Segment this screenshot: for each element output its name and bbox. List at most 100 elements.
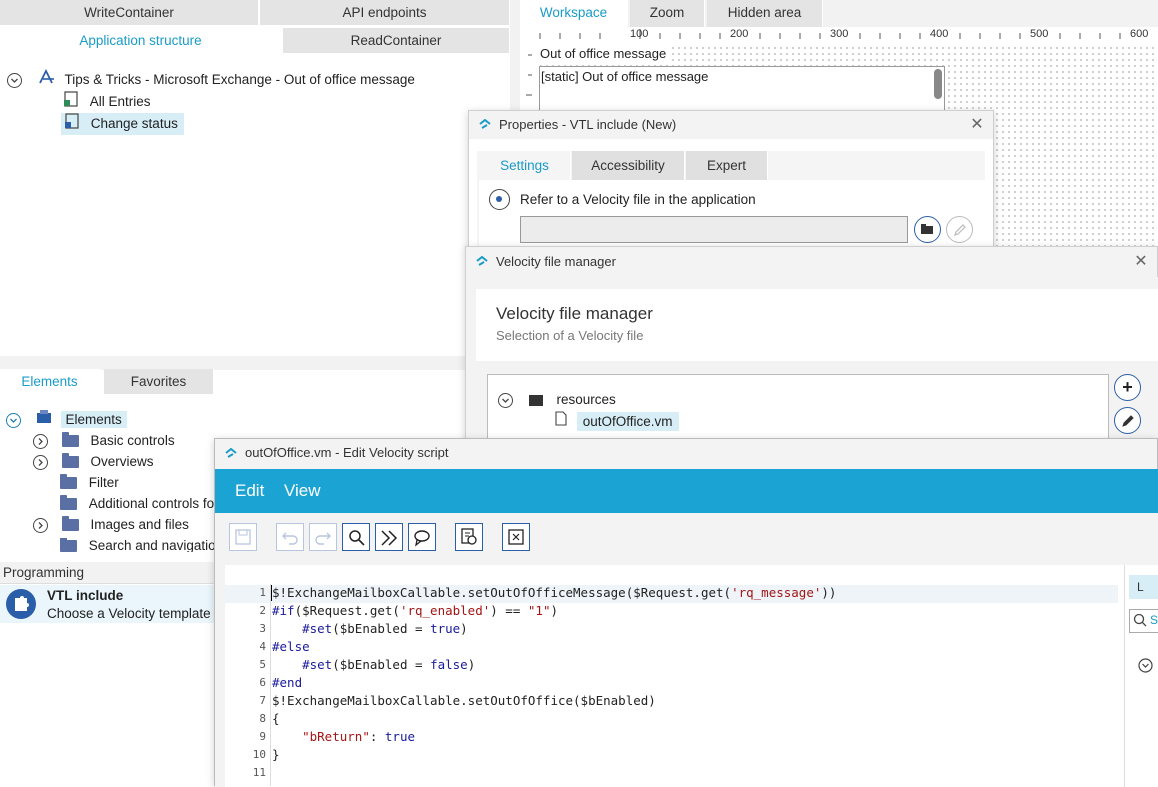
vtl-include-item[interactable]: VTL include Choose a Velocity template t (0, 585, 218, 623)
vfm-title-bar[interactable]: Velocity file manager (466, 247, 1157, 277)
canvas-label[interactable]: Out of office message (540, 46, 671, 61)
tab-api-endpoints[interactable]: API endpoints (260, 0, 510, 25)
refer-radio[interactable] (489, 189, 510, 210)
tree-item-change-status[interactable]: Change status (61, 113, 184, 135)
vtl-include-title: VTL include (47, 588, 124, 603)
search-button[interactable] (342, 523, 370, 551)
pencil-icon (954, 224, 966, 236)
ruler-label: 200 (730, 28, 749, 40)
tab-accessibility[interactable]: Accessibility (572, 151, 685, 180)
undo-button[interactable] (276, 523, 304, 551)
collapse-icon[interactable] (7, 73, 22, 88)
vfm-file-tree: resources outOfOffice.vm (487, 374, 1109, 447)
tab-zoom[interactable]: Zoom (630, 0, 705, 27)
tab-write-container[interactable]: WriteContainer (0, 0, 259, 25)
code-token: ) == (490, 603, 528, 618)
tab-settings[interactable]: Settings (479, 151, 571, 180)
tab-elements[interactable]: Elements (0, 369, 100, 394)
search-icon (1133, 613, 1147, 630)
close-icon[interactable]: ✕ (1133, 254, 1149, 270)
menu-edit[interactable]: Edit (235, 481, 264, 501)
add-file-button[interactable]: + (1114, 374, 1141, 401)
tab-expert[interactable]: Expert (686, 151, 768, 180)
code-line[interactable]: #set($bEnabled = false) (272, 656, 475, 674)
code-line[interactable]: "bReturn": true (272, 728, 415, 746)
vfm-title: Velocity file manager (496, 254, 616, 269)
edit-vm-button[interactable] (1114, 407, 1141, 434)
line-number: 10 (252, 748, 266, 761)
format-button[interactable] (455, 523, 483, 551)
expand-icon[interactable] (33, 517, 48, 533)
browse-folder-button[interactable] (914, 216, 941, 243)
fullscreen-icon (508, 529, 524, 545)
folder-icon (528, 394, 543, 406)
elements-item[interactable]: Images and files (33, 514, 189, 536)
tab-application-structure[interactable]: Application structure (0, 28, 282, 53)
code-line[interactable]: } (272, 746, 280, 764)
elements-item[interactable]: Basic controls (33, 430, 175, 452)
folder-label: resources (556, 392, 616, 407)
elements-root-label: Elements (60, 411, 127, 429)
tab-favorites[interactable]: Favorites (104, 369, 214, 394)
folder-resources[interactable]: resources (498, 389, 616, 411)
tab-read-container[interactable]: ReadContainer (283, 28, 510, 53)
folder-icon (61, 516, 79, 532)
line-number: 4 (259, 640, 266, 653)
code-line[interactable]: $!ExchangeMailboxCallable.setOutOfOffice… (272, 584, 836, 602)
collapse-icon[interactable] (498, 392, 513, 408)
app-icon (38, 68, 56, 92)
properties-title-bar[interactable]: Properties - VTL include (New) (469, 111, 993, 139)
code-line[interactable]: #if($Request.get('rq_enabled') == "1") (272, 602, 558, 620)
canvas-textarea[interactable]: [static] Out of office message (539, 66, 945, 116)
horizontal-ruler: 100 200 300 400 500 600 (520, 27, 1158, 45)
app-tree-root[interactable]: Tips & Tricks - Microsoft Exchange - Out… (7, 68, 415, 92)
elements-root[interactable]: Elements (6, 409, 127, 431)
tree-item-all-entries[interactable]: All Entries (62, 91, 151, 113)
expand-icon[interactable] (33, 454, 48, 470)
code-token: : (369, 729, 385, 744)
elements-item-label: Basic controls (90, 433, 175, 448)
code-line[interactable]: $!ExchangeMailboxCallable.setOutOfOffice… (272, 692, 656, 710)
comment-button[interactable] (408, 523, 436, 551)
tree-item-label: Change status (90, 116, 178, 132)
collapse-icon[interactable] (6, 413, 21, 428)
line-number: 8 (259, 712, 266, 725)
folder-open-icon (921, 224, 933, 234)
save-button[interactable] (229, 523, 257, 551)
code-token: { (272, 711, 280, 726)
code-line[interactable]: #set($bEnabled = true) (272, 620, 468, 638)
velocity-file-input[interactable] (520, 216, 908, 243)
right-panel-tab[interactable]: L (1129, 575, 1158, 599)
menu-view[interactable]: View (284, 481, 321, 501)
edit-file-button[interactable] (946, 216, 973, 243)
fullscreen-button[interactable] (502, 523, 530, 551)
expand-icon[interactable] (33, 433, 48, 449)
elements-item-label: Filter (88, 475, 119, 490)
collapse-icon[interactable] (1138, 658, 1153, 673)
tab-hidden-area[interactable]: Hidden area (707, 0, 823, 27)
elements-item[interactable]: Overviews (33, 451, 154, 473)
elements-item[interactable]: Additional controls fo (60, 493, 214, 515)
code-line[interactable]: #end (272, 674, 302, 692)
folder-icon (60, 538, 77, 552)
file-outofoffice[interactable]: outOfOffice.vm (555, 411, 679, 433)
code-line[interactable]: #else (272, 638, 310, 656)
close-icon[interactable]: ✕ (969, 117, 985, 133)
editor-right-panel: L S (1124, 565, 1158, 787)
code-token: $!ExchangeMailboxCallable.setOutOfOffice… (272, 585, 732, 600)
goto-button[interactable] (375, 523, 403, 551)
editor-title-bar[interactable]: outOfOffice.vm - Edit Velocity script (215, 439, 1157, 469)
elements-item[interactable]: Filter (60, 472, 119, 494)
code-line[interactable]: { (272, 710, 280, 728)
page-icon (62, 91, 80, 114)
redo-button[interactable] (309, 523, 337, 551)
elements-item[interactable]: Search and navigatio (60, 538, 214, 552)
code-token: false (430, 657, 468, 672)
radio-dot (496, 196, 502, 202)
code-token: #set (302, 657, 333, 672)
tab-workspace[interactable]: Workspace (520, 0, 628, 27)
code-token: ($Request.get( (294, 603, 400, 618)
scrollbar-thumb[interactable] (934, 69, 942, 99)
app-logo-icon (476, 256, 488, 266)
right-search-input[interactable]: S (1129, 609, 1158, 633)
